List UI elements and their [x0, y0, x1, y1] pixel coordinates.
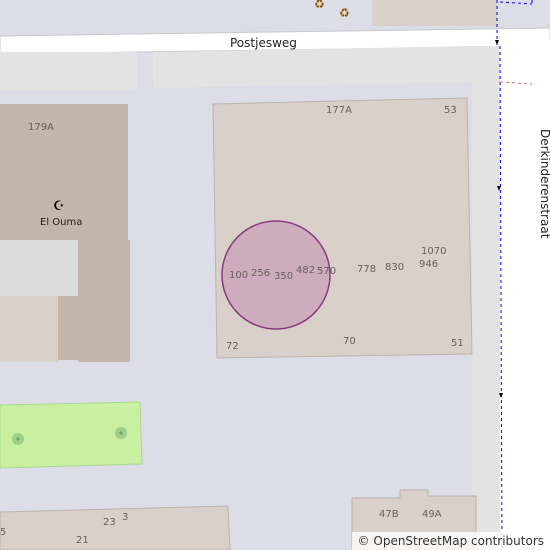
housenumber-label: 1070	[421, 246, 447, 257]
housenumber-label: 3	[122, 512, 129, 523]
sidewalk	[0, 52, 137, 90]
housenumber-label: 179A	[28, 122, 54, 133]
housenumber-label: 256	[251, 268, 271, 279]
sidewalk	[153, 46, 472, 88]
street-label-derkinderenstraat: Derkinderenstraat	[538, 129, 550, 239]
housenumber-label: 72	[226, 341, 239, 352]
housenumber-label: 51	[451, 338, 464, 349]
housenumber-label: 21	[76, 535, 89, 546]
poi-crescent-star-icon[interactable]: ☪	[53, 199, 65, 214]
building	[0, 240, 82, 296]
attribution-link[interactable]: OpenStreetMap contributors	[373, 534, 544, 548]
housenumber-label: 482	[296, 265, 316, 276]
building	[78, 240, 130, 362]
footway	[499, 1, 533, 5]
housenumber-label: 53	[444, 105, 457, 116]
housenumber-label: 70	[343, 336, 356, 347]
housenumber-label: 100	[229, 270, 249, 281]
housenumber-label: 177A	[326, 105, 352, 116]
housenumber-label: 778	[357, 264, 377, 275]
street-label-postjesweg: Postjesweg	[230, 36, 297, 50]
recycling-icon[interactable]: ♻	[314, 0, 325, 10]
copyright-symbol: ©	[357, 534, 370, 548]
building	[0, 296, 58, 362]
housenumber-label: 23	[103, 517, 116, 528]
housenumber-label: 830	[385, 262, 405, 273]
poi-name-label[interactable]: El Ouma	[40, 217, 82, 228]
recycling-icon[interactable]: ♻	[339, 7, 350, 19]
housenumber-label: 946	[419, 259, 439, 270]
housenumber-label: 5	[0, 527, 7, 538]
housenumber-label: 47B	[379, 509, 399, 520]
building	[372, 0, 497, 26]
building	[0, 505, 231, 550]
housenumber-label: 49A	[422, 509, 442, 520]
sidewalk	[472, 46, 500, 550]
road-derkinderenstraat	[500, 40, 550, 550]
housenumber-label: 350	[274, 271, 294, 282]
map-attribution: © OpenStreetMap contributors	[351, 532, 550, 550]
housenumber-label: 570	[317, 266, 337, 277]
map-canvas[interactable]: ♻ ♻ Postjesweg Derkinderenstraat ☪ El Ou…	[0, 0, 550, 550]
